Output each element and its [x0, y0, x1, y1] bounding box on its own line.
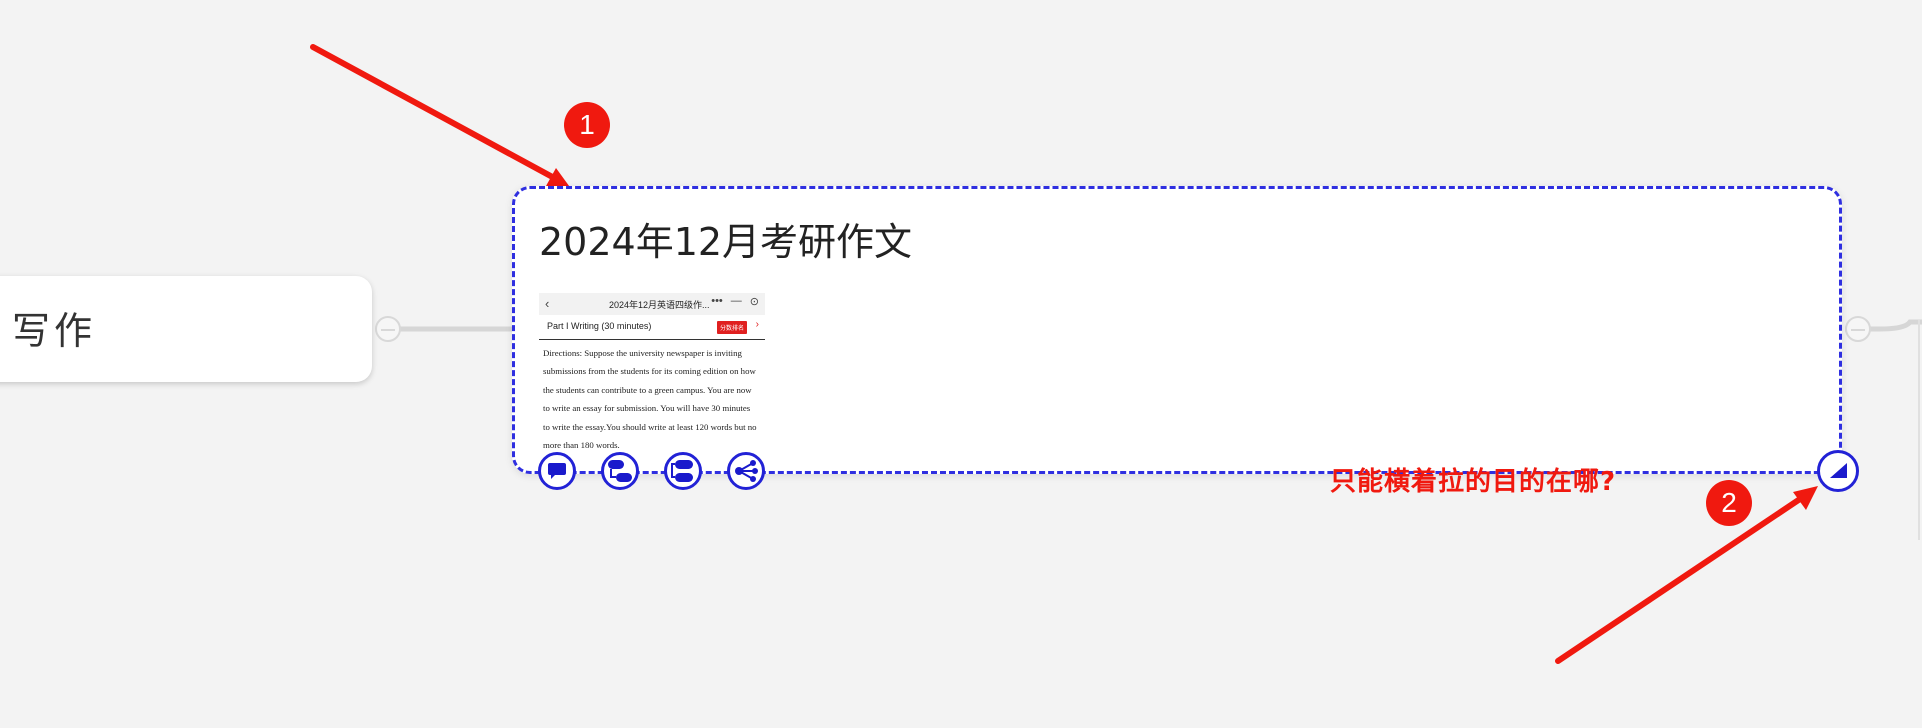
thumb-controls: ••• — ⊙	[711, 295, 759, 308]
thumb-line: more than 180 words.	[543, 440, 620, 451]
minimize-icon: —	[730, 295, 742, 307]
comment-button[interactable]	[538, 452, 576, 490]
thumb-line: submissions from the students for its co…	[543, 366, 756, 377]
annotation-marker-2: 2	[1706, 480, 1752, 526]
thumb-subheader: Part I Writing (30 minutes) 分数排名 ›	[539, 315, 765, 340]
thumb-body: Directions: Suppose the university newsp…	[539, 340, 765, 454]
connector-branch-right	[1879, 319, 1922, 332]
node-title: 2024年12月考研作文	[539, 220, 913, 264]
thumb-badge: 分数排名	[716, 321, 747, 334]
target-icon: ⊙	[749, 296, 759, 308]
collapse-knob-left[interactable]	[375, 316, 401, 342]
back-icon: ‹	[545, 296, 550, 311]
topic-node-writing[interactable]: 写作	[0, 276, 372, 382]
add-subtopic-icon	[608, 460, 632, 482]
add-subtopic-button[interactable]	[601, 452, 639, 490]
embedded-screenshot[interactable]: ‹ 2024年12月英语四级作... ••• — ⊙ Part I Writin…	[539, 293, 765, 471]
annotation-marker-1: 1	[564, 102, 610, 148]
thumb-line: Directions: Suppose the university newsp…	[543, 348, 742, 358]
topic-node-label: 写作	[12, 309, 97, 353]
selected-topic-node[interactable]: 2024年12月考研作文 ‹ 2024年12月英语四级作... ••• — ⊙ …	[512, 186, 1842, 474]
comment-icon	[548, 463, 566, 479]
add-sibling-button[interactable]	[664, 452, 702, 490]
thumb-line: the students can contribute to a green c…	[543, 384, 752, 395]
thumb-header: ‹ 2024年12月英语四级作... ••• — ⊙	[539, 293, 765, 315]
resize-handle[interactable]	[1817, 450, 1859, 492]
more-icon: •••	[711, 295, 723, 307]
resize-triangle-icon	[1830, 463, 1847, 478]
annotation-arrow-2	[1555, 486, 1818, 664]
thumb-line: to write the essay.You should write at l…	[543, 421, 757, 432]
collapse-knob-right[interactable]	[1845, 316, 1871, 342]
thumb-line: to write an essay for submission. You wi…	[543, 403, 751, 414]
share-branch-icon	[735, 460, 758, 482]
share-branch-button[interactable]	[727, 452, 765, 490]
annotation-question: 只能横着拉的目的在哪?	[1330, 467, 1617, 497]
annotation-arrow-1	[310, 44, 572, 190]
add-sibling-icon	[671, 460, 693, 482]
chevron-right-icon: ›	[755, 319, 759, 330]
thumb-part-label: Part I Writing (30 minutes)	[547, 321, 652, 331]
thumb-title: 2024年12月英语四级作...	[609, 300, 710, 310]
